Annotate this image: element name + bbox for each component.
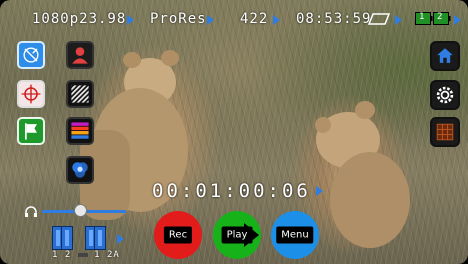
monitor-screen: 1080p23.98 ProRes 422 08:53:59 1 2 00:01… xyxy=(0,0,468,264)
disk-icon xyxy=(368,13,390,25)
headphone-icon xyxy=(25,206,37,217)
audio-meter-2 xyxy=(61,226,73,250)
audio-arrow-icon[interactable] xyxy=(117,234,124,244)
color-channels-icon[interactable] xyxy=(66,156,94,184)
audio-meter-4 xyxy=(94,226,106,250)
record-time-remaining: 08:53:59 xyxy=(296,11,372,27)
play-button-label: Play xyxy=(221,226,253,244)
rec-button-label: Rec xyxy=(163,226,193,244)
codec-arrow-icon[interactable] xyxy=(207,15,214,25)
codec-readout[interactable]: ProRes xyxy=(150,11,207,27)
disk-arrow-icon[interactable] xyxy=(395,15,402,25)
false-color-person-icon[interactable] xyxy=(66,41,94,69)
audio-channel-1: 1 xyxy=(52,250,59,260)
timecode-arrow-icon[interactable] xyxy=(316,186,323,196)
format-readout[interactable]: 1080p23.98 xyxy=(32,11,126,27)
codec-profile-readout[interactable]: 422 xyxy=(240,11,268,27)
focus-peaking-icon[interactable] xyxy=(17,41,45,69)
audio-channel-labels: 1 2 1 2A xyxy=(52,250,120,260)
menu-button[interactable]: Menu xyxy=(271,211,319,259)
power-arrow-icon[interactable] xyxy=(454,15,461,25)
flag-icon[interactable] xyxy=(17,117,45,145)
false-color-icon[interactable] xyxy=(66,117,94,145)
rec-button[interactable]: Rec xyxy=(154,211,202,259)
battery-2-label: 2 xyxy=(437,12,443,22)
timecode-display[interactable]: 00:01:00:06 xyxy=(152,180,311,202)
play-button[interactable]: Play xyxy=(213,211,261,259)
menu-button-label: Menu xyxy=(276,226,314,244)
audio-channel-4: 2A xyxy=(106,250,120,260)
channel-divider xyxy=(77,252,88,257)
settings-gear-icon[interactable] xyxy=(430,80,460,110)
format-arrow-icon[interactable] xyxy=(127,15,134,25)
grid-icon[interactable] xyxy=(430,117,460,147)
audio-channel-2: 2 xyxy=(64,250,72,260)
audio-channel-3: 1 xyxy=(94,250,101,260)
zebra-icon[interactable] xyxy=(66,80,94,108)
battery-1-label: 1 xyxy=(419,12,425,22)
home-button[interactable] xyxy=(430,41,460,71)
crosshair-icon[interactable] xyxy=(17,80,45,108)
codec-profile-arrow-icon[interactable] xyxy=(273,15,280,25)
headphone-volume-knob[interactable] xyxy=(73,204,87,217)
